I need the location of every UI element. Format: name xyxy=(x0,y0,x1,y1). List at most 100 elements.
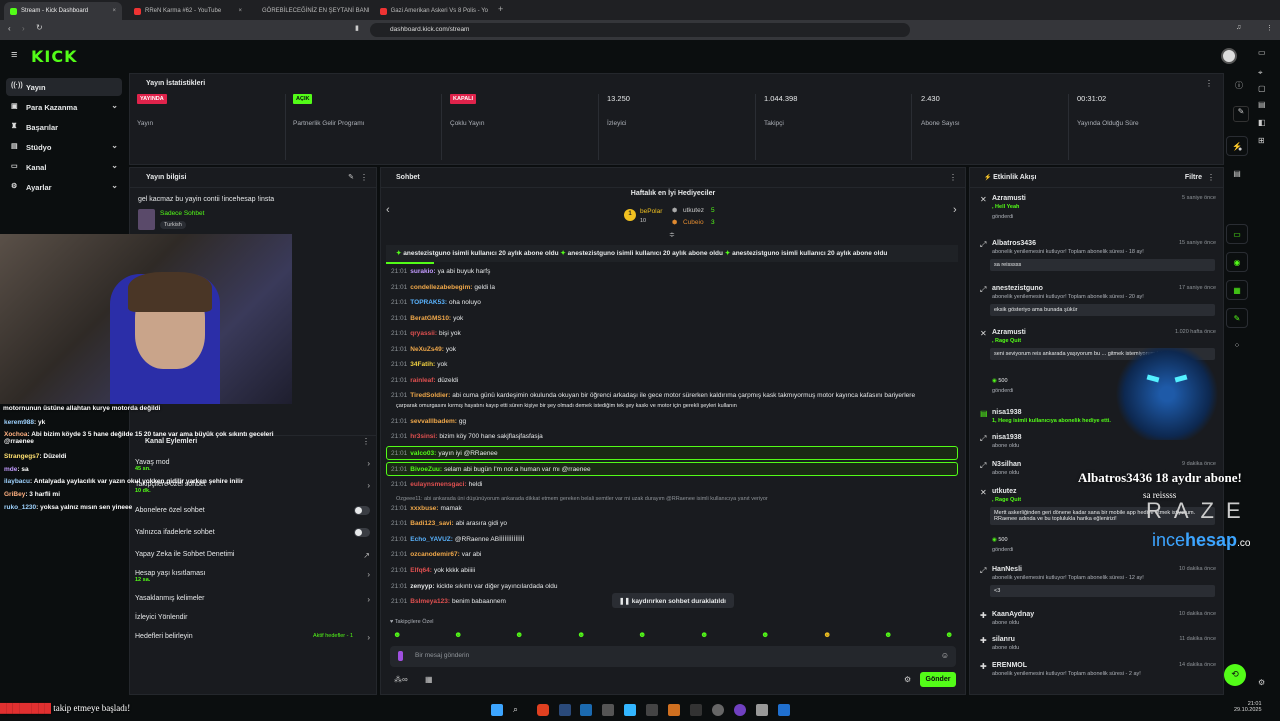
widget-more-icon[interactable]: ⁘ xyxy=(1226,336,1248,356)
message-username[interactable]: NeXuZs49: xyxy=(410,346,444,353)
clock[interactable]: 21:01 29.10.2025 xyxy=(1234,701,1262,713)
account-age-row[interactable]: Hesap yaşı kısıtlaması 12 sa. › xyxy=(135,570,370,583)
extensions-icon[interactable]: ♫ xyxy=(1236,24,1241,31)
widget-doc-icon[interactable]: ▤ xyxy=(1226,164,1248,184)
menu-icon[interactable]: ⋮ xyxy=(1266,24,1273,32)
sub-only-row[interactable]: Abonelere özel sohbet xyxy=(135,506,370,515)
obs-icon[interactable] xyxy=(712,704,724,716)
message-username[interactable]: TiredSoldier: xyxy=(410,392,450,399)
message-username[interactable]: surakio: xyxy=(410,268,435,275)
brave-icon[interactable] xyxy=(537,704,549,716)
chat-message[interactable]: 21:01 Bslmeya123: benim babaannem xyxy=(391,598,506,605)
sidebar-item-yayin[interactable]: ((·)) Yayın xyxy=(6,78,122,96)
message-username[interactable]: eulaynsmensgaci: xyxy=(410,481,466,488)
sidebar-item-ayarlar[interactable]: ⚙ Ayarlar ⌄ xyxy=(6,178,122,196)
gear-icon[interactable]: ⚙ xyxy=(904,675,911,684)
side-icon[interactable]: ⌖ xyxy=(1258,68,1263,78)
mod-tools-icon[interactable]: ⁂∞ xyxy=(394,675,408,684)
message-username[interactable]: Echo_YAVUZ: xyxy=(410,536,453,543)
chat-message[interactable]: 21:01 valco03: yayın iyi @RRaenee xyxy=(386,446,958,460)
slow-mode-row[interactable]: Yavaş mod 45 sn. › xyxy=(135,459,370,472)
sidebar-item-para-kazanma[interactable]: ▣ Para Kazanma ⌄ xyxy=(6,98,122,116)
hamburger-icon[interactable]: ≡ xyxy=(11,49,17,61)
app-icon[interactable] xyxy=(559,704,571,716)
message-username[interactable]: Bslmeya123: xyxy=(410,598,450,605)
forward-icon[interactable]: › xyxy=(22,24,25,33)
sidebar-item-studyo[interactable]: ▤ Stüdyo ⌄ xyxy=(6,138,122,156)
app-icon[interactable] xyxy=(690,704,702,716)
emote-icon[interactable]: ☻ xyxy=(515,630,523,639)
sub-only-toggle[interactable] xyxy=(354,506,370,515)
chat-message[interactable]: 21:01 Badi123_savi: abi arasıra gidi yo xyxy=(391,520,507,527)
send-button[interactable]: Gönder xyxy=(920,672,956,687)
more-icon[interactable]: ⋮ xyxy=(1207,173,1215,182)
close-icon[interactable]: × xyxy=(112,8,116,14)
event-user[interactable]: utkutez xyxy=(992,488,1017,495)
emote-icon[interactable]: ☻ xyxy=(823,630,831,639)
message-username[interactable]: BeratGMS10: xyxy=(410,315,451,322)
side-icon[interactable]: ◧ xyxy=(1258,118,1266,127)
more-icon[interactable]: ⋮ xyxy=(362,437,370,446)
chat-message[interactable]: çarparak omurgasını kırmış hayatını kayı… xyxy=(391,403,737,409)
event-user[interactable]: Azramusti xyxy=(992,329,1026,336)
message-username[interactable]: BivoeZuu: xyxy=(410,466,442,473)
emote-icon[interactable]: ☻ xyxy=(638,630,646,639)
chevron-left-icon[interactable]: ‹ xyxy=(386,204,390,216)
emote-icon[interactable]: ☻ xyxy=(761,630,769,639)
app-icon[interactable] xyxy=(778,704,790,716)
widget-broadcast-icon[interactable]: ◉ xyxy=(1226,252,1248,272)
raid-row[interactable]: İzleyici Yönlendir xyxy=(135,614,370,621)
browser-tab-kick[interactable]: Stream - Kick Dashboard × xyxy=(4,2,122,20)
search-icon[interactable]: ⌕ xyxy=(513,704,525,716)
emote-icon[interactable]: ☻ xyxy=(577,630,585,639)
message-username[interactable]: xxxbuse: xyxy=(410,505,438,512)
message-username[interactable]: condellezabebegim: xyxy=(410,284,472,291)
chat-message[interactable]: 21:01 NeXuZs49: yok xyxy=(391,346,456,353)
widget-bolt-icon[interactable]: ⚡ xyxy=(1226,136,1248,156)
info-icon[interactable]: ⓘ xyxy=(1235,80,1243,91)
widget-chat-icon[interactable]: ▭ xyxy=(1226,224,1248,244)
chat-message[interactable]: 21:01 ozcanodemir67: var abi xyxy=(391,551,481,558)
message-username[interactable]: valco03: xyxy=(410,450,436,457)
app-icon[interactable] xyxy=(602,704,614,716)
chevron-right-icon[interactable]: › xyxy=(953,204,957,216)
chat-message[interactable]: 21:01 34Fatih: yok xyxy=(391,361,447,368)
message-username[interactable]: qryassii: xyxy=(410,330,437,337)
emote-icon[interactable]: ☻ xyxy=(884,630,892,639)
emote-icon[interactable]: ☻ xyxy=(945,630,953,639)
browser-tab-youtube-1[interactable]: RReN Karma #62 - YouTube × xyxy=(128,2,248,20)
support-chat-button[interactable]: ⟲ xyxy=(1224,664,1246,686)
more-icon[interactable]: ⋮ xyxy=(949,173,957,182)
event-user[interactable]: nisa1938 xyxy=(992,409,1022,416)
chat-message[interactable]: 21:01 zenyyp: kickte sıkıntı var diğer yay… xyxy=(391,583,558,590)
filter-button[interactable]: Filtre xyxy=(1185,174,1202,181)
banned-words-row[interactable]: Yasaklanmış kelimeler › xyxy=(135,595,370,604)
avatar[interactable] xyxy=(1221,48,1237,64)
chat-message[interactable]: 21:01 Echo_YAVUZ: @RRaenne ABİİİİİİİİİİİİİ… xyxy=(391,536,524,543)
app-icon[interactable] xyxy=(734,704,746,716)
new-tab-button[interactable]: + xyxy=(498,4,503,14)
chat-input[interactable]: Bir mesaj gönderin ☺ xyxy=(390,646,956,667)
category-name[interactable]: Sadece Sohbet xyxy=(160,210,204,217)
calendar-icon[interactable]: ▦ xyxy=(425,675,433,684)
steam-icon[interactable] xyxy=(580,704,592,716)
app-icon[interactable] xyxy=(624,704,636,716)
chat-message[interactable]: 21:01 TiredSoldier: abi cuma günü kardeşim… xyxy=(391,392,915,399)
event-user[interactable]: HanNesli xyxy=(992,566,1022,573)
emote-icon[interactable]: ☻ xyxy=(393,630,401,639)
app-icon[interactable] xyxy=(646,704,658,716)
event-user[interactable]: anestezistguno xyxy=(992,285,1043,292)
app-icon[interactable] xyxy=(756,704,768,716)
chat-message[interactable]: 21:01 BivoeZuu: selam abi bugün I'm not a … xyxy=(386,462,958,476)
message-username[interactable]: Badi123_savi: xyxy=(410,520,453,527)
chat-message[interactable]: 21:01 BeratGMS10: yok xyxy=(391,315,463,322)
chat-message[interactable]: 21:01 rainleaf: düzeldi xyxy=(391,377,458,384)
app-icon[interactable] xyxy=(668,704,680,716)
event-user[interactable]: KaanAydnay xyxy=(992,611,1034,618)
side-icon[interactable]: ▢ xyxy=(1258,84,1266,93)
chat-message[interactable]: 21:01 surakio: ya abi buyuk harfş xyxy=(391,268,490,275)
message-username[interactable]: 34Fatih: xyxy=(410,361,435,368)
event-user[interactable]: silanru xyxy=(992,636,1015,643)
edit-layout-icon[interactable]: ✎ xyxy=(1233,106,1249,122)
emote-only-toggle[interactable] xyxy=(354,528,370,537)
